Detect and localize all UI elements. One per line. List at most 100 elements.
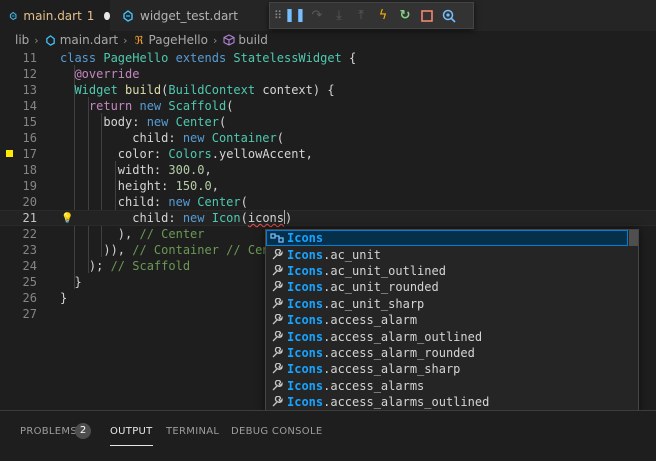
step-over-icon[interactable]: ⤓: [328, 5, 350, 27]
suggestion-item[interactable]: Icons .access_alarms_outlined: [266, 394, 628, 410]
code-line[interactable]: 15 body: new Center(: [0, 114, 656, 130]
hot-reload-icon[interactable]: ϟ: [372, 5, 394, 27]
hot-restart-icon[interactable]: ↻: [394, 5, 416, 27]
code-token: return: [60, 99, 140, 113]
code-token: child:: [60, 211, 183, 225]
class-icon: [269, 232, 285, 244]
breadcrumb-pagehello[interactable]: PageHello: [149, 33, 208, 47]
suggestion-match: Icons: [287, 395, 324, 410]
code-line[interactable]: 11 class PageHello extends StatelessWidge…: [0, 50, 656, 66]
code-token: 300.0: [168, 163, 205, 177]
line-number: 23: [22, 243, 37, 257]
suggestion-match: Icons: [287, 247, 324, 262]
suggestion-match: Icons: [287, 231, 324, 246]
suggestion-item[interactable]: Icons .access_alarms: [266, 378, 628, 394]
line-number: 12: [22, 67, 37, 81]
code-line[interactable]: 12 @override: [0, 66, 656, 82]
code-text: color: Colors.yellowAccent,: [60, 146, 313, 162]
suggestion-match: Icons: [287, 263, 324, 278]
code-token: class: [60, 51, 104, 65]
suggestion-label: .access_alarm: [323, 313, 418, 328]
suggestion-item[interactable]: Icons .access_alarm_rounded: [266, 345, 628, 361]
code-token: (: [240, 211, 248, 225]
tab-debug-console[interactable]: DEBUG CONSOLE: [231, 426, 322, 437]
code-token: ): [285, 211, 293, 225]
code-token: new: [146, 115, 176, 129]
suggestion-label: .ac_unit: [323, 247, 381, 262]
breadcrumb-lib[interactable]: lib: [15, 33, 29, 47]
suggestion-label: .ac_unit_rounded: [323, 280, 439, 295]
code-token: )),: [60, 243, 133, 257]
debug-toolbar: ⠿ ❚❚ ↷ ⤓ ⤒ ϟ ↻: [269, 2, 474, 29]
code-token: // Center: [139, 227, 205, 241]
inspect-icon[interactable]: [438, 5, 460, 27]
code-text: child: new Icon(icons): [60, 210, 292, 226]
breadcrumb-build[interactable]: build: [238, 33, 268, 47]
suggestion-item[interactable]: Icons .ac_unit_outlined: [266, 263, 628, 279]
code-line[interactable]: 19 height: 150.0,: [0, 178, 656, 194]
chevron-right-icon: ›: [212, 33, 218, 47]
code-line[interactable]: 18 width: 300.0,: [0, 162, 656, 178]
code-token: (: [240, 195, 248, 209]
tab-output[interactable]: OUTPUT: [110, 426, 153, 446]
tab-problems[interactable]: PROBLEMS: [20, 426, 77, 437]
wrench-icon: [269, 314, 285, 326]
suggestion-item[interactable]: Icons .access_alarm_sharp: [266, 361, 628, 377]
suggestion-match: Icons: [287, 280, 324, 295]
tab-widget-test-dart[interactable]: widget_test.dart: [110, 0, 240, 31]
autocomplete-suggest-widget: Icons Icons .ac_unit Icons .ac_unit_outlined…: [265, 229, 639, 428]
suggestion-match: Icons: [287, 378, 324, 393]
suggestion-label: .access_alarm_rounded: [323, 345, 475, 360]
restart-icon[interactable]: ↷: [306, 5, 328, 27]
line-number: 16: [22, 131, 37, 145]
suggestion-item[interactable]: Icons .ac_unit: [266, 246, 628, 262]
code-token: StatelessWidget: [233, 51, 349, 65]
problems-count-badge: 2: [75, 423, 91, 439]
dart-file-icon: [123, 9, 133, 22]
code-token: new: [182, 211, 212, 225]
code-token: // Scaffold: [110, 259, 191, 273]
code-token: Center: [197, 195, 241, 209]
suggestion-label: .ac_unit_outlined: [323, 263, 446, 278]
code-text: child: new Container(: [60, 130, 284, 146]
pause-icon[interactable]: ❚❚: [284, 5, 306, 27]
code-text: Widget build(BuildContext context) {: [60, 82, 334, 98]
code-line[interactable]: 21 💡 child: new Icon(icons): [0, 210, 656, 226]
code-line[interactable]: 13 Widget build(BuildContext context) {: [0, 82, 656, 98]
drag-grip-icon[interactable]: ⠿: [270, 9, 284, 22]
line-number: 13: [22, 83, 37, 97]
suggest-scrollbar[interactable]: [629, 230, 638, 246]
suggestion-item[interactable]: Icons .access_alarm: [266, 312, 628, 328]
stop-icon[interactable]: [416, 5, 438, 27]
breadcrumb-main-dart[interactable]: main.dart: [60, 33, 118, 47]
code-token: (: [218, 115, 227, 129]
code-line[interactable]: 20 child: new Center(: [0, 194, 656, 210]
suggestion-item[interactable]: Icons .access_alarm_outlined: [266, 328, 628, 344]
suggestion-item[interactable]: Icons .ac_unit_sharp: [266, 296, 628, 312]
code-token: Container: [211, 131, 277, 145]
code-token: ,: [211, 179, 219, 193]
wrench-icon: [269, 297, 285, 310]
code-token: .: [211, 147, 219, 161]
code-token: Center: [175, 115, 219, 129]
wrench-icon: [269, 396, 285, 408]
chevron-right-icon: ›: [34, 33, 39, 47]
suggestion-item[interactable]: Icons .ac_unit_rounded: [266, 279, 628, 295]
code-line[interactable]: 17 color: Colors.yellowAccent,: [0, 146, 656, 162]
tab-main-dart[interactable]: main.dart 1: [0, 0, 110, 31]
line-number: 24: [22, 259, 37, 273]
suggestion-item[interactable]: Icons: [266, 230, 628, 247]
tab-terminal[interactable]: TERMINAL: [166, 426, 219, 437]
code-line[interactable]: 14 return new Scaffold(: [0, 98, 656, 114]
code-line[interactable]: 16 child: new Container(: [0, 130, 656, 146]
dart-file-icon: [44, 34, 57, 47]
suggestion-label: .ac_unit_sharp: [323, 296, 425, 311]
code-token: {: [349, 51, 357, 65]
suggestion-match: Icons: [287, 362, 324, 377]
bottom-panel: PROBLEMS 2 OUTPUT TERMINAL DEBUG CONSOLE: [0, 410, 656, 461]
code-token: }: [60, 291, 68, 305]
code-token: yellowAccent,: [218, 147, 313, 161]
step-into-icon[interactable]: ⤒: [350, 5, 372, 27]
wrench-icon: [269, 363, 285, 375]
tab-label: widget_test.dart: [140, 8, 238, 23]
